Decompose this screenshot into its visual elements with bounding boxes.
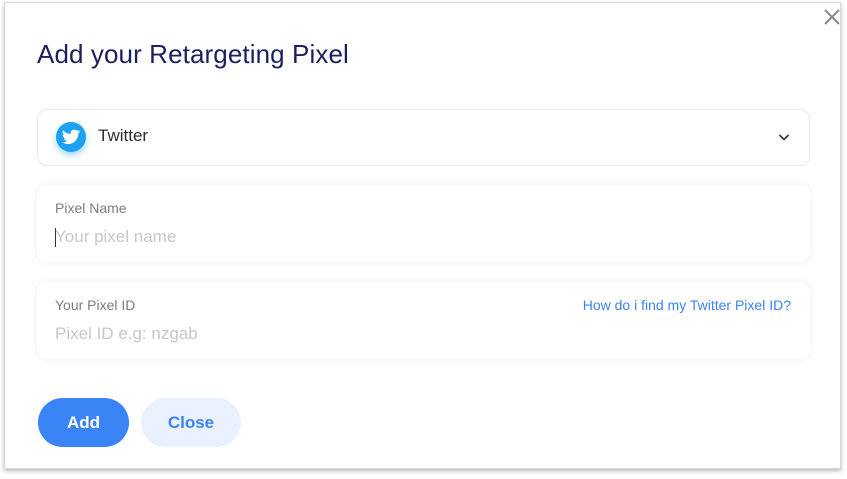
pixel-id-input[interactable]	[55, 322, 785, 346]
close-x-icon[interactable]	[821, 6, 843, 28]
chevron-down-icon	[777, 130, 791, 144]
pixel-name-field: Pixel Name	[37, 185, 810, 262]
platform-select-value: Twitter	[98, 126, 149, 145]
text-cursor	[55, 228, 56, 247]
dialog-title: Add your Retargeting Pixel	[37, 39, 349, 69]
platform-select[interactable]: Twitter	[37, 109, 810, 166]
twitter-bird-icon	[56, 122, 86, 152]
pixel-name-label: Pixel Name	[55, 200, 127, 216]
pixel-name-input[interactable]	[55, 225, 785, 249]
add-button[interactable]: Add	[38, 398, 129, 447]
pixel-id-label: Your Pixel ID	[55, 297, 136, 313]
find-pixel-id-help-link[interactable]: How do i find my Twitter Pixel ID?	[583, 297, 791, 313]
close-button[interactable]: Close	[141, 398, 241, 447]
pixel-id-field: Your Pixel ID How do i find my Twitter P…	[37, 282, 810, 359]
add-pixel-dialog: Add your Retargeting Pixel Twitter Pixel…	[4, 2, 841, 469]
